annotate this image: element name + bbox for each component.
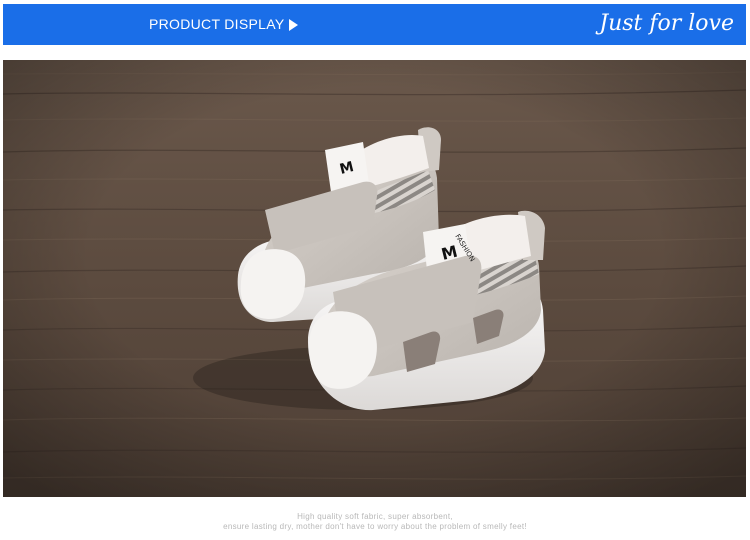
header-bar: PRODUCT DISPLAY Just for love [3,4,746,45]
caption-line-1: High quality soft fabric, super absorben… [297,512,453,521]
caption-line-2: ensure lasting dry, mother don't have to… [223,522,527,531]
product-photo: M M FASHION [3,60,746,497]
caption: High quality soft fabric, super absorben… [0,512,750,532]
product-display-page: PRODUCT DISPLAY Just for love M M FASHIO… [0,0,750,540]
section-title: PRODUCT DISPLAY [149,16,285,32]
triangle-right-icon [289,19,298,31]
slogan: Just for love [599,11,734,36]
